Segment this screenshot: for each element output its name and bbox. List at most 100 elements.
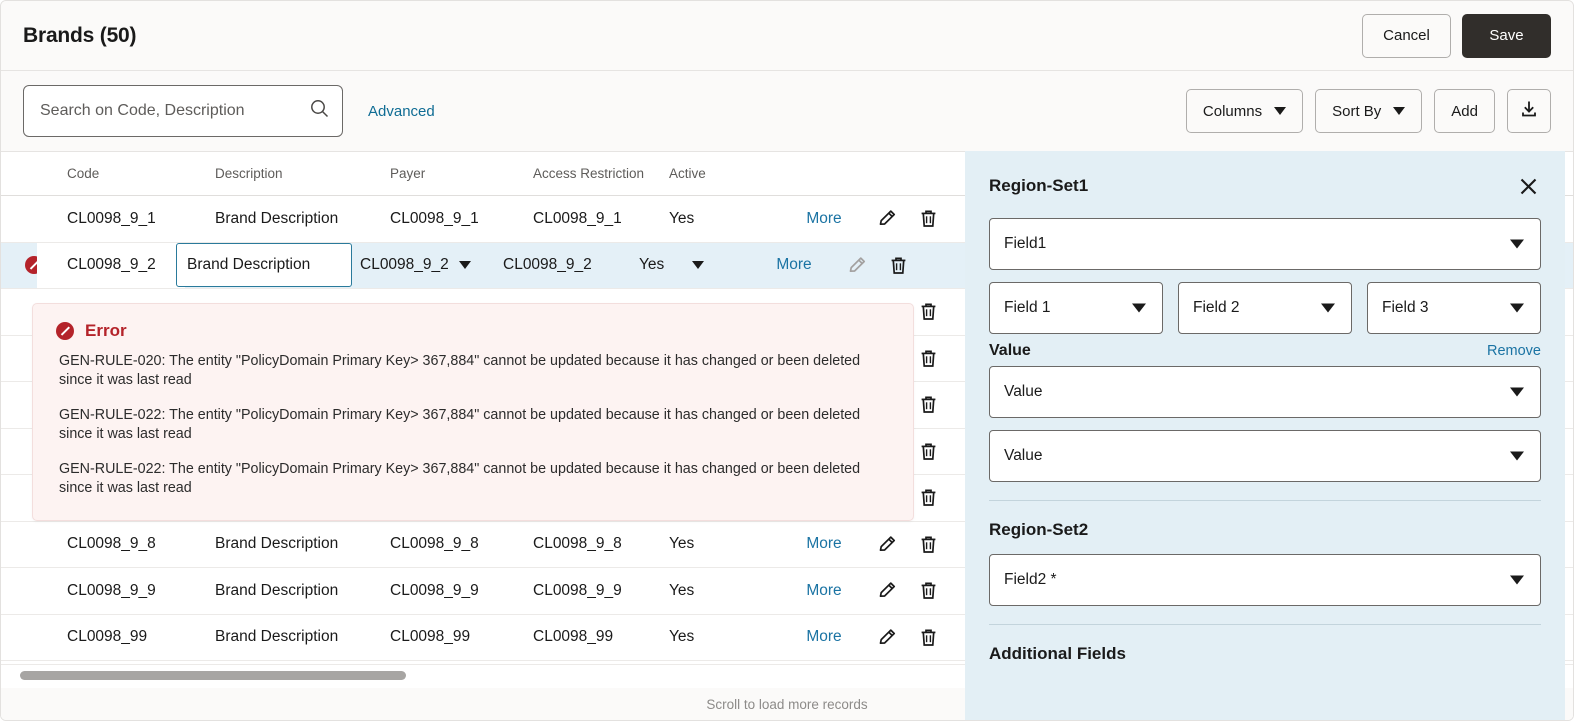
search-field-wrapper [23, 85, 343, 137]
error-panel-title: Error [85, 321, 127, 340]
cell-access-restriction: CL0098_9_1 [533, 209, 622, 227]
columns-button[interactable]: Columns [1185, 89, 1304, 133]
delete-trash-icon[interactable] [918, 441, 939, 462]
cell-active-select[interactable]: Yes [639, 256, 751, 274]
delete-trash-icon[interactable] [918, 301, 939, 322]
save-button[interactable]: Save [1462, 13, 1551, 58]
cell-code: CL0098_99 [67, 628, 148, 646]
delete-trash-icon[interactable] [918, 348, 939, 369]
cell-description: Brand Description [215, 209, 339, 227]
toolbar-right-actions: Columns Sort By Add [1185, 89, 1551, 133]
horizontal-scrollbar-thumb[interactable] [20, 671, 406, 680]
more-link[interactable]: More [806, 582, 841, 600]
field1-dropdown[interactable]: Field1 [989, 218, 1541, 270]
delete-trash-icon[interactable] [918, 394, 939, 415]
delete-trash-icon[interactable] [918, 487, 939, 508]
chevron-down-icon [1393, 107, 1406, 115]
cell-access-restriction: CL0098_9_8 [533, 535, 622, 553]
edit-pencil-icon[interactable] [877, 580, 898, 601]
cell-description: Brand Description [215, 581, 339, 599]
remove-link[interactable]: Remove [1487, 343, 1541, 360]
edit-pencil-icon[interactable] [877, 534, 898, 555]
cancel-button[interactable]: Cancel [1362, 13, 1451, 58]
chevron-down-icon [1510, 239, 1524, 249]
cell-description: Brand Description [215, 535, 339, 553]
header-cell-code: Code [67, 166, 100, 181]
cell-payer: CL0098_99 [390, 628, 471, 646]
value-2-value: Value [1004, 447, 1043, 464]
delete-trash-icon[interactable] [918, 627, 939, 648]
edit-pencil-icon[interactable] [877, 627, 898, 648]
close-icon[interactable] [1515, 173, 1541, 199]
cell-code: CL0098_9_8 [67, 535, 156, 553]
advanced-search-link[interactable]: Advanced [368, 103, 435, 120]
scroll-hint-text: Scroll to load more records [706, 696, 868, 712]
value-section-header: Value Remove [989, 342, 1541, 360]
sort-by-label: Sort By [1332, 102, 1382, 120]
header-cell-active: Active [669, 166, 706, 181]
more-link[interactable]: More [776, 256, 811, 274]
cell-code: CL0098_9_2 [37, 242, 185, 288]
header-cell-payer: Payer [390, 166, 426, 181]
delete-trash-icon[interactable] [888, 255, 909, 276]
error-message: GEN-RULE-022: The entity "PolicyDomain P… [59, 461, 861, 496]
chevron-down-icon [1274, 107, 1287, 115]
side-panel-header: Region-Set1 [989, 173, 1541, 199]
chevron-down-icon [1510, 451, 1524, 461]
download-icon [1519, 99, 1539, 123]
payer-value: CL0098_9_2 [360, 256, 449, 274]
section-divider [989, 500, 1541, 501]
error-panel: Error GEN-RULE-020: The entity "PolicyDo… [32, 303, 914, 521]
value-dropdown-2[interactable]: Value [989, 430, 1541, 482]
value-dropdown-1[interactable]: Value [989, 366, 1541, 418]
region-set-side-panel: Region-Set1 Field1 Field 1 Field 2 Field… [965, 151, 1565, 720]
side-panel-title: Region-Set1 [989, 176, 1089, 195]
chevron-down-icon [692, 261, 705, 270]
edit-pencil-icon[interactable] [877, 208, 898, 229]
delete-trash-icon[interactable] [918, 534, 939, 555]
columns-label: Columns [1202, 102, 1263, 120]
field-1-value: Field 1 [1004, 299, 1051, 316]
description-input[interactable] [176, 243, 352, 288]
error-message: GEN-RULE-022: The entity "PolicyDomain P… [59, 407, 861, 442]
field2-value: Field2 * [1004, 571, 1057, 588]
value-1-value: Value [1004, 383, 1043, 400]
more-link[interactable]: More [806, 628, 841, 646]
active-value: Yes [639, 256, 665, 274]
chevron-down-icon [458, 261, 471, 270]
header-cell-description: Description [215, 166, 283, 181]
field2-dropdown[interactable]: Field2 * [989, 554, 1541, 606]
more-link[interactable]: More [806, 535, 841, 553]
value-section-label: Value [989, 342, 1031, 359]
sort-by-button[interactable]: Sort By [1315, 89, 1423, 133]
page-title: Brands (50) [23, 23, 137, 47]
cell-payer-select[interactable]: CL0098_9_2 [360, 256, 503, 274]
cell-access-restriction: CL0098_99 [533, 628, 614, 646]
field-1-dropdown[interactable]: Field 1 [989, 282, 1163, 334]
page-header: Brands (50) Cancel Save [1, 1, 1573, 71]
field-row-group: Field 1 Field 2 Field 3 [989, 282, 1541, 334]
delete-trash-icon[interactable] [918, 580, 939, 601]
search-input[interactable] [23, 85, 343, 137]
header-cell-access-restriction: Access Restriction [533, 166, 645, 181]
field-2-value: Field 2 [1193, 299, 1240, 316]
cell-active: Yes [669, 535, 695, 553]
region-set2-title: Region-Set2 [989, 520, 1089, 539]
cell-payer: CL0098_9_1 [390, 209, 479, 227]
cell-payer: CL0098_9_8 [390, 535, 479, 553]
cell-code: CL0098_9_1 [67, 209, 156, 227]
chevron-down-icon [1132, 303, 1146, 313]
delete-trash-icon[interactable] [918, 208, 939, 229]
chevron-down-icon [1321, 303, 1335, 313]
cell-active: Yes [669, 209, 695, 227]
error-block-icon [56, 322, 74, 340]
download-button[interactable] [1507, 89, 1551, 133]
add-button[interactable]: Add [1434, 89, 1495, 133]
error-panel-title-row: Error [53, 321, 893, 341]
cell-description: Brand Description [215, 628, 339, 646]
cell-access-restriction: CL0098_9_2 [503, 256, 592, 274]
section-divider [989, 624, 1541, 625]
field-2-dropdown[interactable]: Field 2 [1178, 282, 1352, 334]
more-link[interactable]: More [806, 210, 841, 228]
field-3-dropdown[interactable]: Field 3 [1367, 282, 1541, 334]
